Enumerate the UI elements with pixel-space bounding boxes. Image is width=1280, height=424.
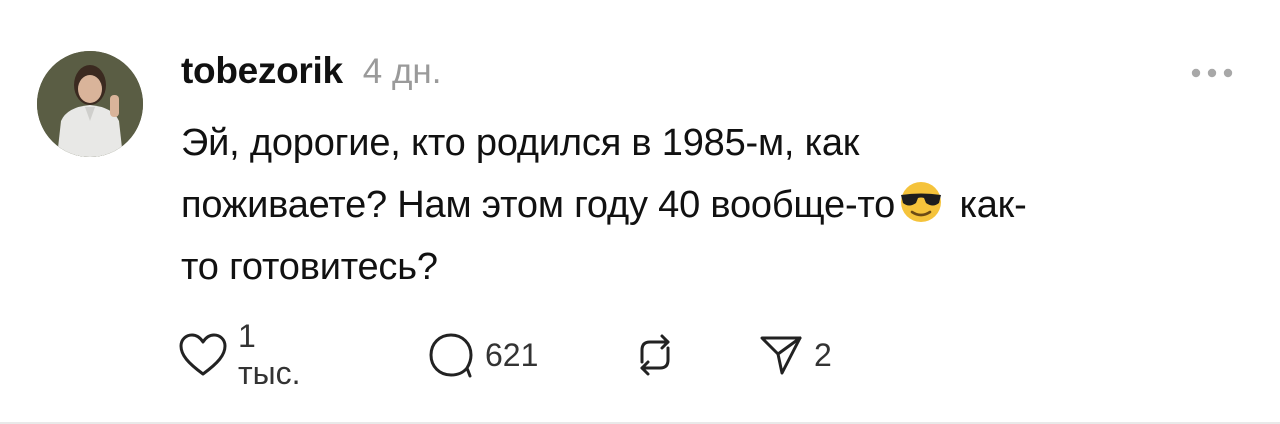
shares-count: 2 (814, 336, 832, 373)
post: tobezorik 4 дн. Эй, дорогие, кто родился… (0, 0, 1280, 424)
post-text-line: поживаете? Нам этом году 40 вообще-то ка… (181, 174, 1241, 236)
comment-icon (427, 331, 475, 379)
likes-count: 1 тыс. (238, 318, 301, 391)
post-text: Эй, дорогие, кто родился в 1985-м, как п… (181, 112, 1241, 298)
timestamp[interactable]: 4 дн. (363, 52, 442, 92)
post-text-line: Эй, дорогие, кто родился в 1985-м, как (181, 122, 860, 164)
like-button[interactable]: 1 тыс. (178, 318, 301, 391)
post-text-segment: поживаете? Нам этом году 40 вообще-то (181, 184, 896, 226)
repost-icon (630, 332, 680, 378)
reply-button[interactable]: 621 (427, 330, 538, 380)
post-text-segment: как- (959, 184, 1027, 226)
repost-button[interactable] (630, 330, 680, 380)
avatar[interactable] (37, 51, 143, 157)
share-button[interactable]: 2 (758, 330, 832, 380)
username[interactable]: tobezorik (181, 50, 343, 92)
post-text-line: то готовитесь? (181, 246, 438, 288)
more-icon[interactable] (1190, 66, 1234, 78)
heart-icon (178, 332, 228, 378)
replies-count: 621 (485, 336, 539, 373)
post-header: tobezorik 4 дн. (181, 50, 441, 98)
sunglasses-emoji-icon (897, 180, 945, 222)
share-icon (758, 332, 804, 378)
